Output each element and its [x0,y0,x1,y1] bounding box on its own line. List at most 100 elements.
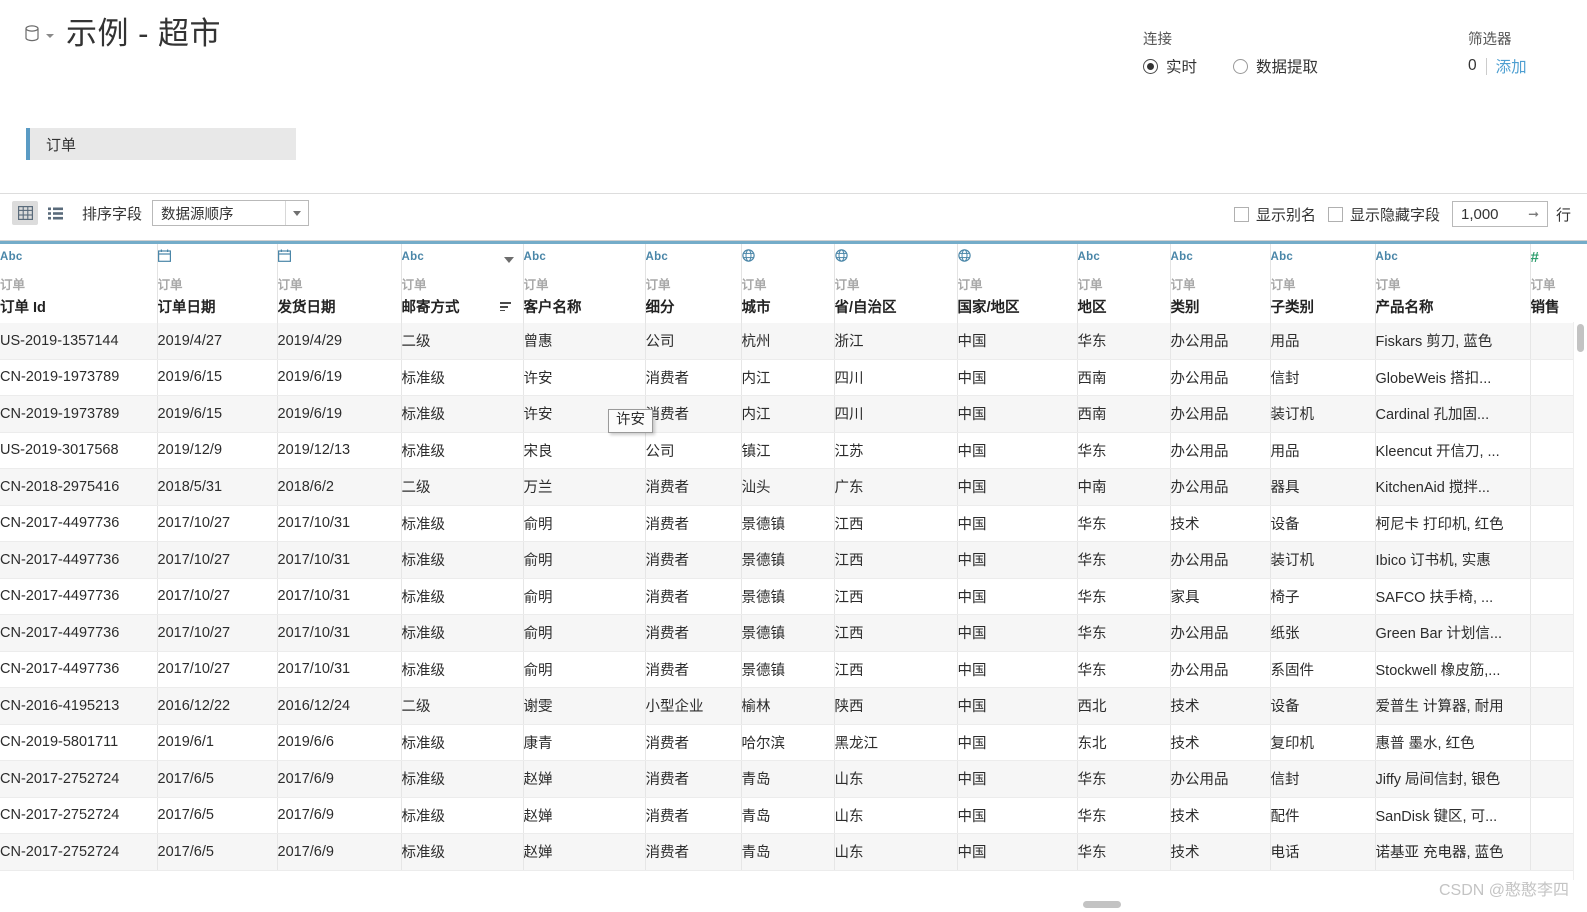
table-cell[interactable]: 办公用品 [1170,760,1271,798]
list-view-icon[interactable] [42,201,68,225]
row-limit-apply-arrow-icon[interactable]: ➞ [1528,208,1539,221]
table-cell[interactable]: 2019/6/19 [277,359,402,396]
table-cell[interactable]: 2017/6/5 [157,797,278,834]
table-row[interactable]: CN-2017-4497736 2017/10/27 2017/10/31 标准级 俞明… [0,614,1587,652]
table-cell[interactable]: 纸张 [1270,614,1376,652]
table-cell[interactable]: 杭州 [741,322,835,360]
table-cell[interactable]: 赵婵 [523,833,646,871]
show-hidden-fields-checkbox[interactable]: 显示隐藏字段 [1327,204,1440,225]
table-cell[interactable]: 消费者 [645,359,742,396]
table-cell[interactable]: 家具 [1170,578,1271,615]
table-cell[interactable]: 华东 [1077,651,1171,688]
table-cell[interactable]: 俞明 [523,614,646,652]
table-row[interactable]: CN-2017-2752724 2017/6/5 2017/6/9 标准级 赵婵 消费者青… [0,797,1587,834]
table-cell[interactable]: 中国 [957,505,1078,542]
table-cell[interactable]: 消费者 [645,760,742,798]
table-cell[interactable]: 公司 [645,322,742,360]
table-cell[interactable]: 消费者 [645,578,742,615]
table-row[interactable]: CN-2019-1973789 2019/6/15 2019/6/19 标准级 许安 消费… [0,395,1587,433]
table-row[interactable]: CN-2017-2752724 2017/6/5 2017/6/9 标准级 赵婵 消费者青… [0,760,1587,798]
column-header-发货日期[interactable]: 订单 发货日期 [277,241,402,323]
table-cell[interactable]: 2016/12/22 [157,687,278,725]
table-cell[interactable]: 中国 [957,359,1078,396]
table-row[interactable]: CN-2019-5801711 2019/6/1 2019/6/6 标准级 康青 消费者哈… [0,724,1587,761]
data-grid[interactable]: Abc 订单 订单 Id 订单 订单日期 订单 发货日期 Abc 订单 邮寄方式 Abc 订单 客户名称… [0,241,1587,886]
table-row[interactable]: CN-2017-4497736 2017/10/27 2017/10/31 标准级 俞明… [0,541,1587,579]
table-cell[interactable]: 西南 [1077,395,1171,433]
table-cell[interactable]: 消费者 [645,614,742,652]
table-cell[interactable]: 2019/4/29 [277,322,402,360]
table-cell[interactable]: 景德镇 [741,541,835,579]
table-cell[interactable]: 2018/6/2 [277,468,402,506]
table-cell[interactable]: Cardinal 孔加固... [1375,395,1531,433]
table-cell[interactable]: 2017/10/27 [157,541,278,579]
table-cell[interactable]: 器具 [1270,468,1376,506]
table-cell[interactable]: 景德镇 [741,614,835,652]
table-cell[interactable]: CN-2017-2752724 [0,833,158,871]
table-cell[interactable]: 2017/10/27 [157,578,278,615]
table-cell[interactable]: 技术 [1170,687,1271,725]
table-cell[interactable]: 江西 [834,614,958,652]
table-cell[interactable]: 俞明 [523,578,646,615]
sort-order-select[interactable]: 数据源顺序 [152,200,310,226]
table-cell[interactable]: 诺基亚 充电器, 蓝色 [1375,833,1531,871]
table-cell[interactable]: 西北 [1077,687,1171,725]
table-cell[interactable]: 黑龙江 [834,724,958,761]
table-cell[interactable]: CN-2017-4497736 [0,541,158,579]
table-cell[interactable]: 2019/6/1 [157,724,278,761]
table-cell[interactable]: 江西 [834,651,958,688]
table-cell[interactable]: 中国 [957,432,1078,469]
radio-extract[interactable]: 数据提取 [1233,55,1318,77]
table-cell[interactable]: 用品 [1270,432,1376,469]
table-cell[interactable]: 标准级 [401,651,524,688]
table-cell[interactable]: 装订机 [1270,395,1376,433]
table-cell[interactable]: 2017/10/27 [157,651,278,688]
table-cell[interactable]: 赵婵 [523,797,646,834]
row-limit-input[interactable]: 1,000 ➞ [1451,201,1548,227]
table-cell[interactable]: 青岛 [741,833,835,871]
table-cell[interactable]: 中国 [957,651,1078,688]
table-cell[interactable]: 电话 [1270,833,1376,871]
table-cell[interactable]: 技术 [1170,797,1271,834]
table-cell[interactable]: CN-2018-2975416 [0,468,158,506]
table-cell[interactable]: 江西 [834,505,958,542]
table-cell[interactable]: 标准级 [401,578,524,615]
tab-orders[interactable]: 订单 [26,128,296,160]
table-cell[interactable]: 办公用品 [1170,322,1271,360]
table-cell[interactable]: 标准级 [401,432,524,469]
table-cell[interactable]: 2019/6/19 [277,395,402,433]
table-cell[interactable]: 二级 [401,687,524,725]
vertical-scrollbar[interactable] [1573,322,1587,880]
table-cell[interactable]: 2018/5/31 [157,468,278,506]
table-cell[interactable]: 二级 [401,322,524,360]
table-cell[interactable]: 2017/6/9 [277,797,402,834]
table-cell[interactable]: 技术 [1170,833,1271,871]
table-cell[interactable]: 景德镇 [741,578,835,615]
table-cell[interactable]: 2019/12/9 [157,432,278,469]
table-cell[interactable]: 办公用品 [1170,468,1271,506]
radio-live[interactable]: 实时 [1143,55,1197,77]
table-cell[interactable]: US-2019-3017568 [0,432,158,469]
table-cell[interactable]: 标准级 [401,359,524,396]
table-cell[interactable]: US-2019-1357144 [0,322,158,360]
table-cell[interactable]: 2017/10/27 [157,614,278,652]
table-cell[interactable]: 江西 [834,578,958,615]
table-cell[interactable]: 内江 [741,359,835,396]
table-cell[interactable]: CN-2017-4497736 [0,505,158,542]
table-cell[interactable]: GlobeWeis 搭扣... [1375,359,1531,396]
table-cell[interactable]: 消费者 [645,505,742,542]
table-cell[interactable]: 榆林 [741,687,835,725]
table-cell[interactable]: 2019/6/6 [277,724,402,761]
table-cell[interactable]: 青岛 [741,760,835,798]
table-cell[interactable]: 办公用品 [1170,395,1271,433]
table-cell[interactable]: 华东 [1077,760,1171,798]
table-cell[interactable]: CN-2017-4497736 [0,651,158,688]
table-cell[interactable]: 2019/12/13 [277,432,402,469]
table-cell[interactable]: 标准级 [401,614,524,652]
table-cell[interactable]: 俞明 [523,541,646,579]
table-cell[interactable]: CN-2019-1973789 [0,359,158,396]
table-cell[interactable]: 标准级 [401,797,524,834]
table-cell[interactable]: SAFCO 扶手椅, ... [1375,578,1531,615]
table-row[interactable]: CN-2017-2752724 2017/6/5 2017/6/9 标准级 赵婵 消费者青… [0,833,1587,871]
table-cell[interactable]: 信封 [1270,760,1376,798]
